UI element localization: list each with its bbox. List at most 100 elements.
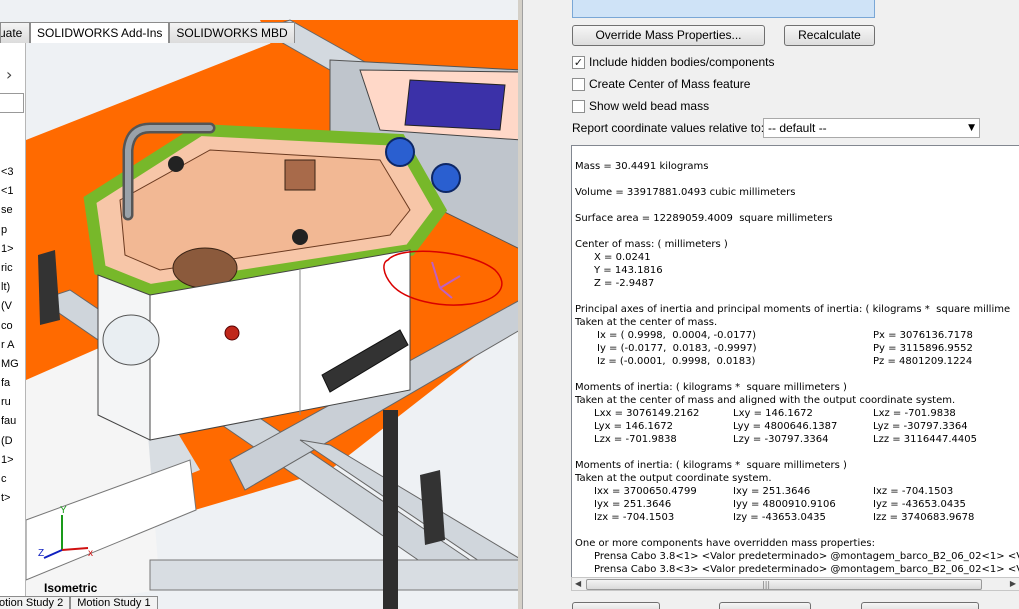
com-y: Y = 143.1816 [594, 265, 663, 276]
mass-properties-dialog: Override Mass Properties... Recalculate … [522, 0, 1019, 609]
show-weld-bead-mass-checkbox[interactable]: Show weld bead mass [572, 98, 709, 114]
grip-icon: ||| [762, 580, 771, 589]
create-center-of-mass-checkbox[interactable]: Create Center of Mass feature [572, 76, 750, 92]
override-component-1: Prensa Cabo 3.8<1> <Valor predeterminado… [594, 551, 1019, 562]
results-text: Mass = 30.4491 kilograms Volume = 339178… [575, 157, 1019, 590]
coordinate-system-select[interactable]: -- default -- ▼ [763, 118, 980, 138]
tab-motion-study-1[interactable]: Motion Study 1 [70, 596, 158, 609]
com-z: Z = -2.9487 [594, 278, 655, 289]
report-coordinates-label: Report coordinate values relative to: [572, 121, 765, 135]
output-horizontal-scrollbar[interactable]: ◀ ||| ▶ [571, 577, 1019, 591]
lxz: Lxz = -701.9838 [873, 408, 956, 419]
tree-row[interactable]: lt) [0, 278, 25, 297]
tree-row[interactable]: 1> [0, 451, 25, 470]
tree-row[interactable]: ric [0, 259, 25, 278]
ixz: Ixz = -704.1503 [873, 486, 954, 497]
scroll-left-icon[interactable]: ◀ [575, 579, 581, 588]
include-hidden-bodies-checkbox[interactable]: ✓ Include hidden bodies/components [572, 54, 774, 70]
lzz: Lzz = 3116447.4405 [873, 434, 977, 445]
principal-iz: Iz = (-0.0001, 0.9998, 0.0183) [597, 356, 756, 367]
tree-rows: <3 <1 se p 1> ric lt) (V co r A MG fa ru… [0, 163, 25, 508]
tree-row[interactable]: (V [0, 297, 25, 316]
mass-properties-output[interactable]: Mass = 30.4491 kilograms Volume = 339178… [571, 145, 1019, 591]
checkbox-label: Include hidden bodies/components [589, 55, 775, 69]
tree-row[interactable]: t> [0, 489, 25, 508]
motion-study-tabs: otion Study 2 Motion Study 1 [0, 596, 158, 609]
moments-header-2: Moments of inertia: ( kilograms * square… [575, 460, 847, 471]
tree-row[interactable]: co [0, 317, 25, 336]
cad-graphics-area[interactable]: Y x Z uate SOLIDWORKS Add-Ins SOLIDWORKS… [0, 0, 522, 609]
moments-taken-1: Taken at the center of mass and aligned … [575, 395, 956, 406]
tree-row[interactable]: MG [0, 355, 25, 374]
taken-at-com: Taken at the center of mass. [575, 317, 718, 328]
moments-header-1: Moments of inertia: ( kilograms * square… [575, 382, 847, 393]
tree-row[interactable]: r A [0, 336, 25, 355]
tree-row[interactable]: <1 [0, 182, 25, 201]
ixx: Ixx = 3700650.4799 [594, 486, 697, 497]
principal-iy: Iy = (-0.0177, 0.0183, -0.9997) [597, 343, 757, 354]
override-component-2: Prensa Cabo 3.8<3> <Valor predeterminado… [594, 564, 1019, 575]
view-orientation-label: Isometric [44, 581, 98, 595]
lyy: Lyy = 4800646.1387 [733, 421, 838, 432]
chevron-right-icon[interactable]: › [6, 65, 12, 84]
surface-area-line: Surface area = 12289059.4009 square mill… [575, 213, 833, 224]
iyz: Iyz = -43653.0435 [873, 499, 966, 510]
tree-row[interactable]: c [0, 470, 25, 489]
triad-x-label: x [88, 548, 93, 559]
tab-evaluate[interactable]: uate [0, 22, 30, 43]
tree-row[interactable]: p [0, 221, 25, 240]
tree-row[interactable]: se [0, 201, 25, 220]
tree-row[interactable]: <3 [0, 163, 25, 182]
tree-row[interactable]: ru [0, 393, 25, 412]
lyz: Lyz = -30797.3364 [873, 421, 968, 432]
command-manager-tabs: uate SOLIDWORKS Add-Ins SOLIDWORKS MBD [0, 22, 295, 43]
override-note: One or more components have overridden m… [575, 538, 875, 549]
override-mass-properties-button[interactable]: Override Mass Properties... [572, 25, 765, 46]
print-button[interactable] [572, 602, 660, 609]
triad-z-label: Z [38, 548, 44, 559]
principal-ix: Ix = ( 0.9998, 0.0004, -0.0177) [597, 330, 757, 341]
izz: Izz = 3740683.9678 [873, 512, 975, 523]
ixy: Ixy = 251.3646 [733, 486, 811, 497]
tab-solidworks-add-ins[interactable]: SOLIDWORKS Add-Ins [30, 22, 170, 43]
volume-line: Volume = 33917881.0493 cubic millimeters [575, 187, 796, 198]
tree-row[interactable]: (D [0, 432, 25, 451]
tab-solidworks-mbd[interactable]: SOLIDWORKS MBD [169, 22, 295, 43]
options-button[interactable] [861, 602, 979, 609]
checkbox-checked-icon[interactable]: ✓ [572, 55, 585, 69]
lzx: Lzx = -701.9838 [594, 434, 677, 445]
iyx: Iyx = 251.3646 [594, 499, 672, 510]
checkbox-label: Create Center of Mass feature [589, 77, 751, 91]
principal-px: Px = 3076136.7178 [873, 330, 973, 341]
mass-line: Mass = 30.4491 kilograms [575, 161, 709, 172]
scroll-right-icon[interactable]: ▶ [1010, 579, 1016, 588]
checkbox-label: Show weld bead mass [589, 99, 710, 113]
tree-row[interactable]: fau [0, 412, 25, 431]
lzy: Lzy = -30797.3364 [733, 434, 829, 445]
dropdown-arrow-icon[interactable]: ▼ [968, 119, 975, 137]
selected-items-list[interactable] [572, 0, 875, 18]
checkbox-unchecked-icon[interactable] [572, 99, 585, 113]
com-x: X = 0.0241 [594, 252, 651, 263]
recalculate-button[interactable]: Recalculate [784, 25, 875, 46]
tree-filter-input[interactable] [0, 93, 24, 113]
iyy: Iyy = 4800910.9106 [733, 499, 836, 510]
checkbox-unchecked-icon[interactable] [572, 77, 585, 91]
coordinate-system-value: -- default -- [768, 121, 827, 135]
model-view[interactable]: Y x Z [0, 0, 522, 609]
tree-row[interactable]: fa [0, 374, 25, 393]
screen: Y x Z uate SOLIDWORKS Add-Ins SOLIDWORKS… [0, 0, 1019, 609]
tree-row[interactable]: 1> [0, 240, 25, 259]
principal-pz: Pz = 4801209.1224 [873, 356, 973, 367]
izx: Izx = -704.1503 [594, 512, 675, 523]
feature-manager-tree[interactable]: › <3 <1 se p 1> ric lt) (V co r A MG fa … [0, 43, 26, 598]
center-of-mass-header: Center of mass: ( millimeters ) [575, 239, 728, 250]
principal-py: Py = 3115896.9552 [873, 343, 973, 354]
copy-to-clipboard-button[interactable] [719, 602, 811, 609]
lxx: Lxx = 3076149.2162 [594, 408, 700, 419]
scrollbar-thumb[interactable]: ||| [586, 579, 982, 590]
moments-taken-2: Taken at the output coordinate system. [575, 473, 772, 484]
tab-motion-study-2[interactable]: otion Study 2 [0, 596, 71, 609]
lyx: Lyx = 146.1672 [594, 421, 673, 432]
izy: Izy = -43653.0435 [733, 512, 826, 523]
